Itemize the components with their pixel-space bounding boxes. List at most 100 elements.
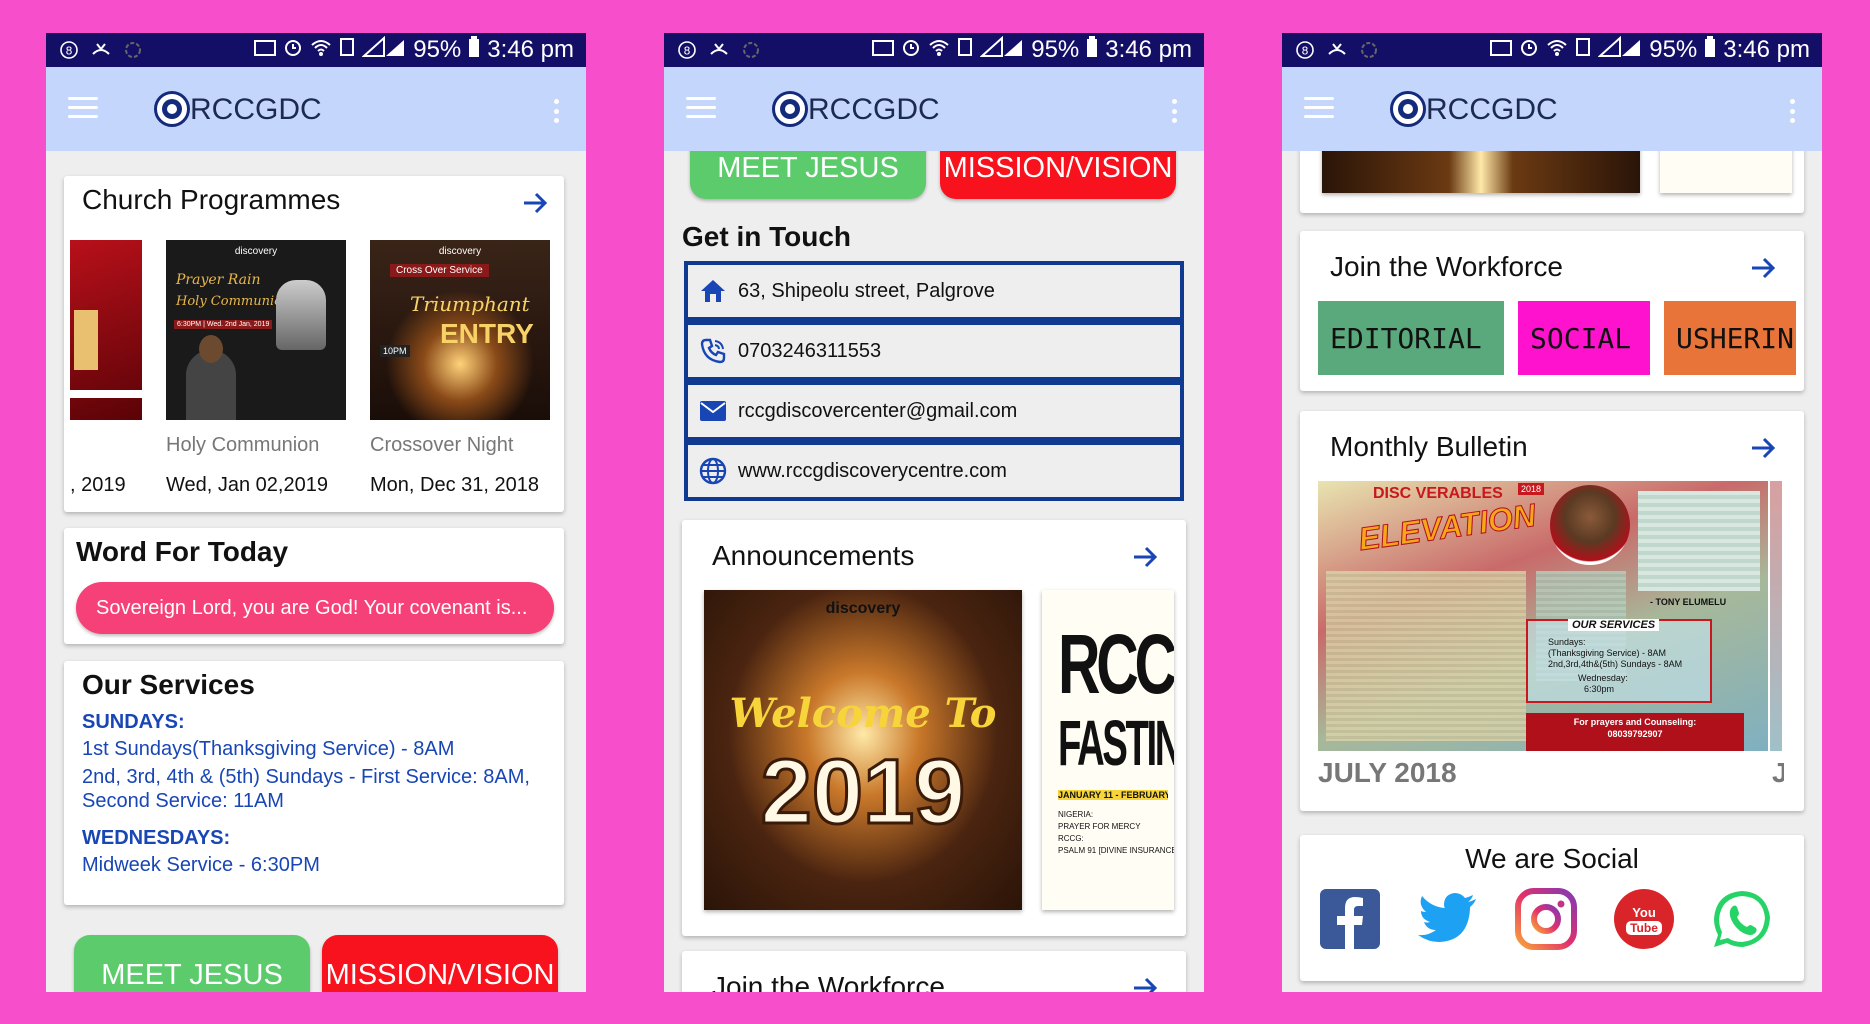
- welcome-2019-flyer[interactable]: discovery Welcome To 2019: [704, 590, 1022, 910]
- overflow-menu-icon[interactable]: [1172, 99, 1178, 123]
- flyer-line: Prayer Rain: [176, 272, 261, 288]
- flyer-brand: discovery: [825, 600, 901, 617]
- b-circle-icon: 8: [58, 39, 80, 61]
- announcements-card-partial: [1300, 151, 1804, 213]
- announcements-card: Announcements discovery Welcome To 2019 …: [682, 520, 1186, 936]
- app-title: RCCGDC: [808, 93, 940, 126]
- wifi-icon: [1546, 36, 1568, 64]
- bulletin-header: DISC VERABLES: [1373, 485, 1503, 502]
- wifi-icon: [928, 36, 950, 64]
- overflow-menu-icon[interactable]: [1790, 99, 1796, 123]
- phone-row[interactable]: 0703246311553: [684, 321, 1184, 381]
- youtube-icon[interactable]: [1612, 887, 1676, 951]
- editorial-tag[interactable]: EDITORIAL: [1318, 301, 1504, 375]
- arrow-right-icon[interactable]: [1748, 433, 1778, 463]
- email-row[interactable]: rccgdiscovercenter@gmail.com: [684, 381, 1184, 441]
- arrow-right-icon[interactable]: [1130, 542, 1160, 572]
- sundays-label: SUNDAYS:: [82, 711, 185, 733]
- section-title: Monthly Bulletin: [1330, 431, 1528, 462]
- app-title: RCCGDC: [1426, 93, 1558, 126]
- services-card: Our Services SUNDAYS: 1st Sundays(Thanks…: [64, 661, 564, 905]
- programmes-card: Church Programmes discovery Prayer Rain …: [64, 176, 564, 512]
- bulletin-headline: ELEVATION: [1356, 496, 1539, 558]
- service-line: Midweek Service - 6:30PM: [82, 854, 320, 876]
- section-title: Word For Today: [76, 536, 289, 567]
- flyer-line: PSALM 91 [DIVINE INSURANCE]: [1058, 846, 1174, 855]
- whatsapp-icon[interactable]: [1710, 887, 1774, 951]
- signal-icon: [979, 35, 1024, 65]
- scroll-content[interactable]: Church Programmes discovery Prayer Rain …: [46, 151, 586, 992]
- app-bar: RCCGDC: [1282, 67, 1822, 151]
- phone-icon: [688, 337, 738, 365]
- bulletin-services-line: Wednesday:: [1578, 673, 1628, 683]
- overflow-menu-icon[interactable]: [554, 99, 560, 123]
- sim-icon: [957, 36, 973, 64]
- programme-flyer-partial[interactable]: [70, 240, 142, 420]
- programme-date: Mon, Dec 31, 2018: [370, 474, 539, 496]
- arrow-right-icon[interactable]: [1748, 253, 1778, 283]
- meet-jesus-button[interactable]: MEET JESUS: [690, 151, 926, 199]
- menu-icon[interactable]: [68, 97, 98, 121]
- battery-text: 95%: [1031, 36, 1080, 63]
- church-logo: [772, 91, 808, 127]
- section-title: Church Programmes: [82, 184, 341, 215]
- phone-screen-3: 8 95% 3:46 pm RCCGDC Join the Workforce: [1282, 33, 1822, 992]
- bulletin-image-next-partial[interactable]: [1770, 481, 1782, 751]
- announcement-image-partial[interactable]: [1660, 151, 1792, 193]
- battery-icon: [1086, 35, 1098, 65]
- section-title: Announcements: [712, 540, 915, 571]
- instagram-icon[interactable]: [1514, 887, 1578, 951]
- battery-icon: [468, 35, 480, 65]
- bulletin-image[interactable]: DISC VERABLES 2018 ELEVATION - TONY ELUM…: [1318, 481, 1768, 751]
- mission-vision-button[interactable]: MISSION/VISION: [322, 935, 558, 992]
- bulletin-services-line: Sundays:: [1548, 637, 1586, 647]
- signal-icon: [361, 35, 406, 65]
- meet-jesus-button[interactable]: MEET JESUS: [74, 935, 310, 992]
- programme-date: , 2019: [70, 474, 126, 496]
- flyer-line: Welcome To: [729, 690, 997, 737]
- flyer-line: 6:30PM | Wed. 2nd Jan, 2019: [174, 320, 273, 329]
- flyer-line: PRAYER FOR MERCY: [1058, 822, 1141, 831]
- signal-icon: [1597, 35, 1642, 65]
- menu-icon[interactable]: [686, 97, 716, 121]
- sync-icon: [740, 39, 762, 61]
- app-bar: RCCGDC: [46, 67, 586, 151]
- word-pill[interactable]: Sovereign Lord, you are God! Your covena…: [76, 582, 554, 634]
- menu-icon[interactable]: [1304, 97, 1334, 121]
- crossover-flyer[interactable]: discovery Cross Over Service Triumphant …: [370, 240, 550, 420]
- bulletin-prayer-line: 08039792907: [1607, 729, 1663, 739]
- holy-communion-flyer[interactable]: discovery Prayer Rain Holy Communion 6:3…: [166, 240, 346, 420]
- flyer-line: JANUARY 11 - FEBRUARY 20: [1058, 790, 1168, 800]
- workforce-card-partial: Join the Workforce: [682, 951, 1186, 992]
- battery-icon: [1704, 35, 1716, 65]
- flyer-line: 10PM: [380, 345, 410, 357]
- announcement-image-partial[interactable]: [1322, 151, 1640, 193]
- flyer-brand: discovery: [438, 246, 482, 257]
- section-title: Get in Touch: [682, 221, 852, 252]
- bulletin-caption: JULY 2018: [1318, 757, 1457, 788]
- arrow-right-icon[interactable]: [1130, 973, 1160, 992]
- missed-call-icon: [90, 39, 112, 61]
- arrow-right-icon[interactable]: [520, 188, 550, 218]
- alarm-icon: [901, 36, 921, 64]
- missed-call-icon: [1326, 39, 1348, 61]
- app-bar: RCCGDC: [664, 67, 1204, 151]
- svg-text:8: 8: [1302, 45, 1309, 58]
- fasting-flyer[interactable]: RCC FASTIN JANUARY 11 - FEBRUARY 20 NIGE…: [1042, 590, 1174, 910]
- bulletin-year: 2018: [1518, 483, 1545, 495]
- battery-text: 95%: [1649, 36, 1698, 63]
- facebook-icon[interactable]: [1318, 887, 1382, 951]
- scroll-content[interactable]: MEET JESUS MISSION/VISION Get in Touch 6…: [664, 151, 1204, 992]
- clock-text: 3:46 pm: [1105, 36, 1192, 63]
- social-tag[interactable]: SOCIAL: [1518, 301, 1650, 375]
- address-row[interactable]: 63, Shipeolu street, Palgrove: [684, 261, 1184, 321]
- website-row[interactable]: www.rccgdiscoverycentre.com: [684, 441, 1184, 501]
- mission-vision-button[interactable]: MISSION/VISION: [940, 151, 1176, 199]
- status-bar: 8 95% 3:46 pm: [46, 33, 586, 67]
- email-text: rccgdiscovercenter@gmail.com: [738, 399, 1018, 422]
- ushering-tag[interactable]: USHERIN: [1664, 301, 1796, 375]
- service-line: 2nd, 3rd, 4th & (5th) Sundays - First Se…: [82, 766, 530, 788]
- social-card: We are Social You Tube: [1300, 835, 1804, 981]
- twitter-icon[interactable]: [1416, 887, 1480, 951]
- scroll-content[interactable]: Join the Workforce EDITORIAL SOCIAL USHE…: [1282, 151, 1822, 992]
